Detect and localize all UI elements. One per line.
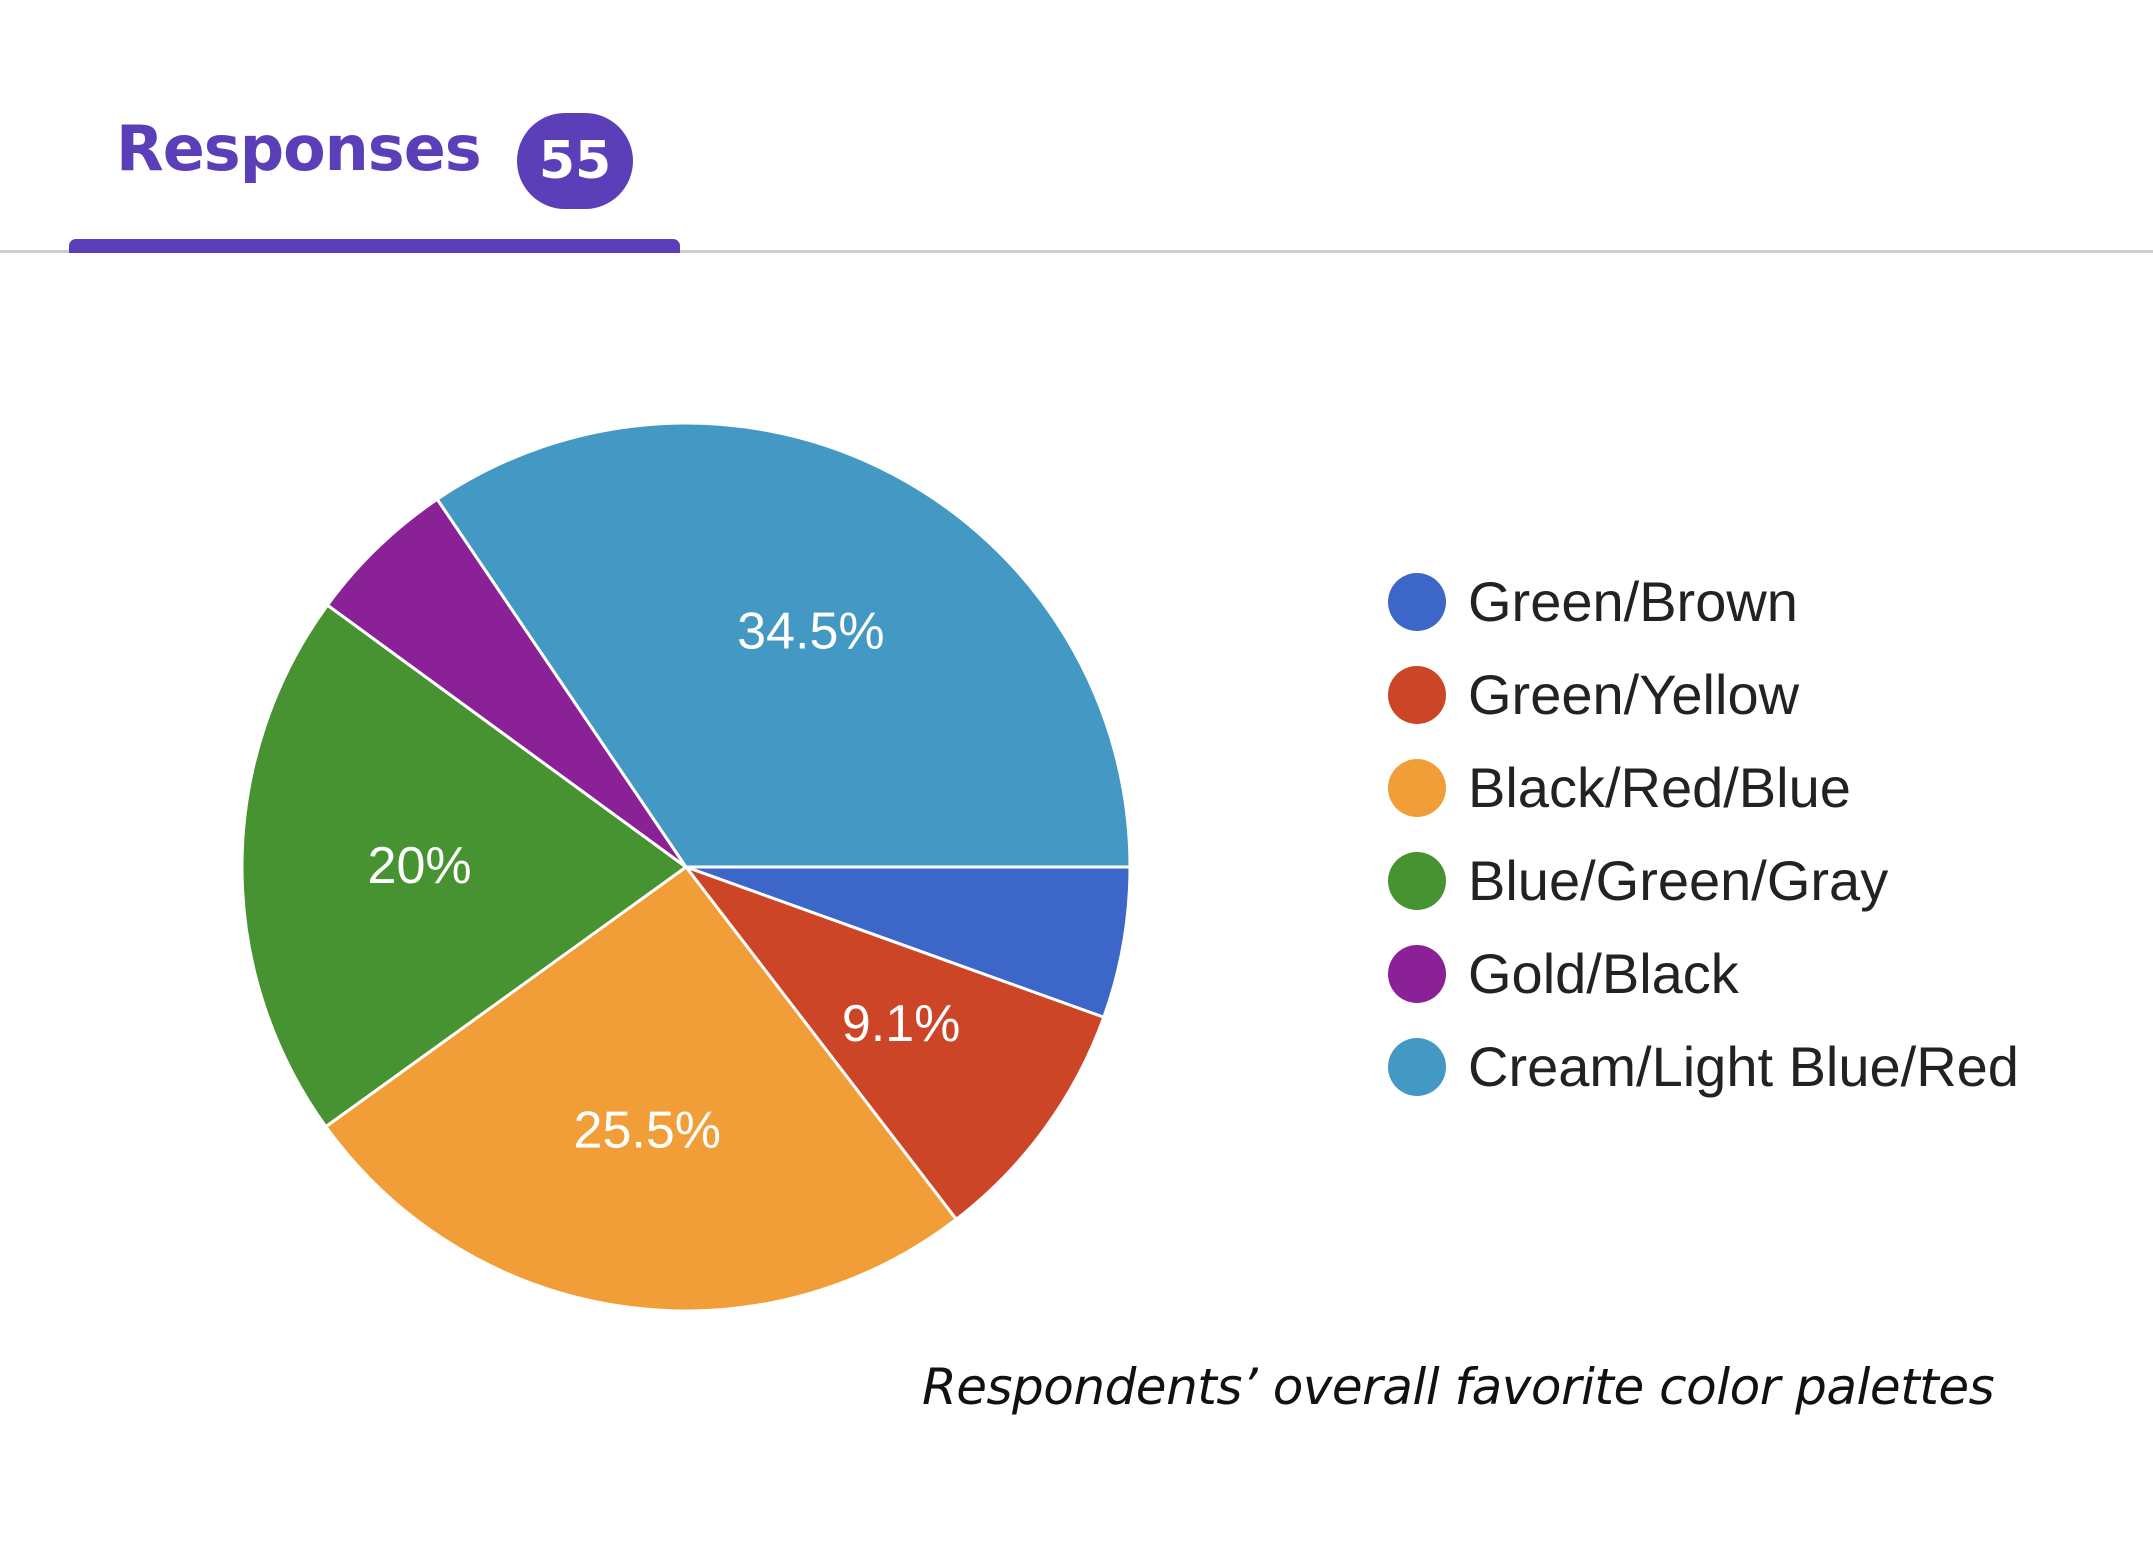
legend-label: Green/Brown — [1468, 570, 1798, 633]
legend-swatch — [1388, 665, 1446, 724]
pie-slice-value-label: 20% — [368, 837, 472, 895]
legend-label: Green/Yellow — [1468, 663, 1800, 726]
legend-swatch — [1388, 758, 1446, 817]
chart-legend: Green/Brown Green/Yellow Black/Red/Blue Blu… — [1388, 555, 2019, 1113]
legend-swatch — [1388, 944, 1446, 1003]
pie-slice-value-label: 9.1% — [842, 995, 961, 1053]
legend-label: Black/Red/Blue — [1468, 756, 1851, 819]
legend-item[interactable]: Green/Brown — [1388, 555, 2019, 648]
legend-label: Blue/Green/Gray — [1468, 849, 1889, 912]
legend-swatch — [1388, 572, 1446, 631]
legend-item[interactable]: Black/Red/Blue — [1388, 741, 2019, 834]
legend-swatch — [1388, 1037, 1446, 1096]
chart-caption: Respondents’ overall favorite color pale… — [922, 1358, 1995, 1416]
legend-swatch — [1388, 851, 1446, 910]
legend-label: Cream/Light Blue/Red — [1468, 1035, 2019, 1098]
legend-item[interactable]: Blue/Green/Gray — [1388, 834, 2019, 927]
legend-item[interactable]: Gold/Black — [1388, 927, 2019, 1020]
pie-slice-value-label: 25.5% — [574, 1102, 721, 1160]
legend-label: Gold/Black — [1468, 942, 1739, 1005]
legend-item[interactable]: Green/Yellow — [1388, 648, 2019, 741]
pie-slice-value-label: 34.5% — [737, 603, 884, 661]
legend-item[interactable]: Cream/Light Blue/Red — [1388, 1020, 2019, 1113]
